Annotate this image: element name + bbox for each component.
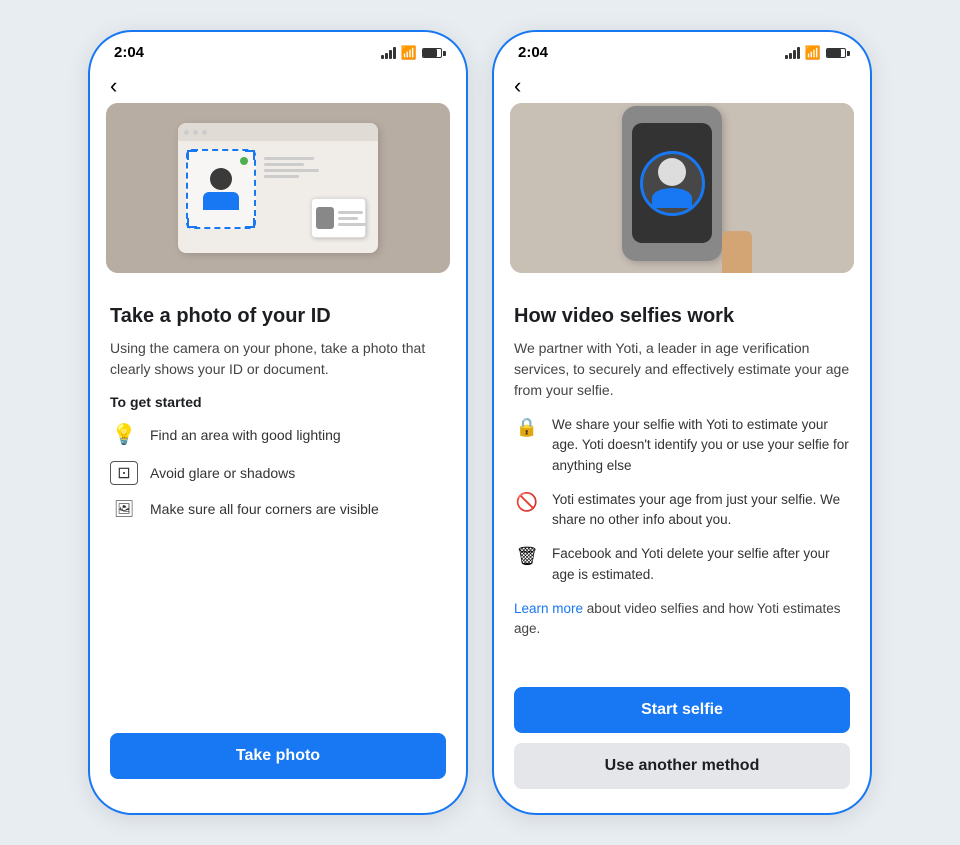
start-selfie-button[interactable]: Start selfie [514,687,850,733]
id-frame [186,149,256,229]
tip-text-0: Find an area with good lighting [150,427,341,443]
privacy-item-2: 🗑 Facebook and Yoti delete your selfie a… [514,544,850,585]
tip-item-1: ⊡ Avoid glare or shadows [110,461,446,485]
status-icons-2: 📶 [785,45,846,61]
wifi-icon-2: 📶 [805,45,821,61]
screen-title-1: Take a photo of your ID [110,305,446,328]
use-another-method-button[interactable]: Use another method [514,743,850,789]
no-share-icon: 🚫 [514,492,540,513]
phone-id-screen: 2:04 📶 ‹ [88,30,468,815]
corners-icon: 🖼 [110,499,138,519]
privacy-text-2: Facebook and Yoti delete your selfie aft… [552,544,850,585]
selfie-circle-frame [640,151,705,216]
battery-icon-1 [422,48,442,58]
hero-image-2 [510,103,854,273]
glare-icon: ⊡ [110,461,138,485]
status-bar-2: 2:04 📶 [494,32,870,65]
hero-image-1 [106,103,450,273]
status-time-2: 2:04 [518,44,548,61]
privacy-text-0: We share your selfie with Yoti to estima… [552,415,850,476]
take-photo-button[interactable]: Take photo [110,733,446,779]
wifi-icon-1: 📶 [401,45,417,61]
privacy-item-0: 🔒 We share your selfie with Yoti to esti… [514,415,850,476]
phone1-content: Take a photo of your ID Using the camera… [90,289,466,549]
tip-text-1: Avoid glare or shadows [150,465,295,481]
signal-icon-2 [785,47,800,59]
back-button-1[interactable]: ‹ [90,65,466,103]
delete-icon: 🗑 [514,546,540,567]
learn-more-container: Learn more about video selfies and how Y… [514,599,850,640]
lightbulb-icon: 💡 [110,422,138,447]
browser-window [178,123,378,253]
phone-screen-inner [632,123,712,243]
section-label-1: To get started [110,394,446,410]
battery-icon-2 [826,48,846,58]
phone2-content: How video selfies work We partner with Y… [494,289,870,675]
tip-item-2: 🖼 Make sure all four corners are visible [110,499,446,519]
status-bar-1: 2:04 📶 [90,32,466,65]
screen-desc-2: We partner with Yoti, a leader in age ve… [514,338,850,401]
status-icons-1: 📶 [381,45,442,61]
lock-icon: 🔒 [514,417,540,438]
phone-hand [622,106,722,261]
screen-title-2: How video selfies work [514,305,850,328]
learn-more-link[interactable]: Learn more [514,601,583,616]
phone1-button-area: Take photo [90,721,466,813]
tip-text-2: Make sure all four corners are visible [150,501,379,517]
signal-icon-1 [381,47,396,59]
phone-selfie-screen: 2:04 📶 ‹ [492,30,872,815]
hand-shape [722,231,752,274]
back-button-2[interactable]: ‹ [494,65,870,103]
privacy-text-1: Yoti estimates your age from just your s… [552,490,850,531]
tip-item-0: 💡 Find an area with good lighting [110,422,446,447]
status-time-1: 2:04 [114,44,144,61]
phone2-button-area: Start selfie Use another method [494,675,870,813]
screen-desc-1: Using the camera on your phone, take a p… [110,338,446,380]
selfie-illustration [510,103,854,273]
privacy-item-1: 🚫 Yoti estimates your age from just your… [514,490,850,531]
id-illustration [106,103,450,273]
small-id-card [311,198,366,238]
